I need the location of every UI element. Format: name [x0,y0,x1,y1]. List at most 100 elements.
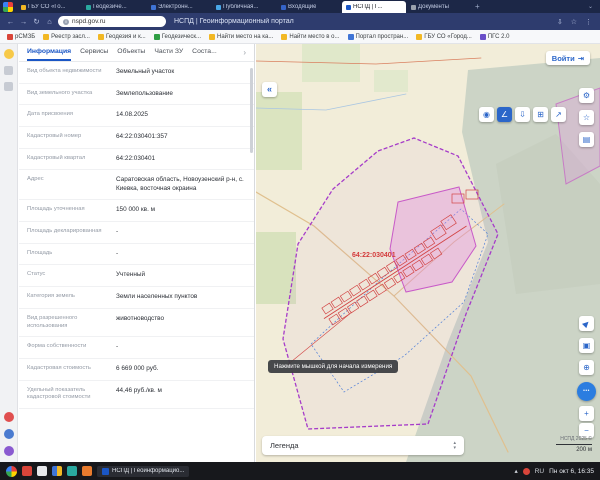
bookmark-pgs[interactable]: ПГС 2.0 [479,33,509,40]
tab-publichnaya[interactable]: Публичная... [212,1,276,13]
language-indicator[interactable]: RU [535,468,544,475]
sidebar-app-icon[interactable] [3,429,14,439]
map-area[interactable]: « Войти ⇥ ◉ ∠ ⇩ ⊞ ↗ ⚙ ☆ ▤ ▶ ▣ ⊕ ••• + − … [256,44,600,462]
tab-sostav[interactable]: Соста... [192,44,217,61]
chat-button[interactable]: ••• [577,382,596,401]
measure-icon: ∠ [500,110,509,119]
field-row: Площадь декларированная - [19,222,254,244]
field-value: - [116,343,119,351]
tray-clock[interactable]: Пн окт 6, 16:35 [549,468,594,475]
taskbar-app-icon[interactable] [37,466,47,476]
field-row: Категория земель Земли населенных пунктов [19,287,254,309]
tray-expand-icon[interactable]: ▴ [514,467,517,475]
tab-favicon [86,4,91,10]
tab-obekty[interactable]: Объекты [117,44,145,61]
map-settings-button[interactable]: ⚙ [579,88,594,103]
map-layers-button[interactable]: ▤ [579,132,594,147]
taskbar-app-icon[interactable] [82,466,92,476]
tool-share-button[interactable]: ↗ [551,107,566,122]
legend-bar[interactable]: Легенда ▴ ▾ [262,436,464,455]
reload-button[interactable]: ↻ [32,17,41,26]
bookmark-icon [43,33,50,40]
login-button[interactable]: Войти ⇥ [545,51,590,65]
tool-download-button[interactable]: ⇩ [515,107,530,122]
tray-record-icon[interactable] [522,467,530,475]
bookmark-star-icon[interactable]: ☆ [569,18,579,26]
plus-icon: + [584,409,589,418]
legend-toggle-icon[interactable]: ▴ ▾ [453,441,456,450]
field-label: Адрес [27,176,44,183]
browser-menu-icon[interactable] [3,1,13,12]
sidebar-app-icon[interactable] [3,446,14,456]
tool-point-button[interactable]: ◉ [479,107,494,122]
bookmark-geodeziya[interactable]: Геодезия и к... [97,33,146,40]
zoom-in-button[interactable]: + [579,406,594,421]
site-info-icon: i [63,18,69,25]
collapse-panel-button[interactable]: « [262,82,277,97]
back-button[interactable]: ← [6,17,15,26]
browser-more-icon[interactable]: ⋮ [583,18,594,26]
field-value: Учтенный [116,271,146,279]
tab-vhodyashchie[interactable]: Входящие [277,1,341,13]
bookmark-icon [479,33,486,40]
panel-tab-bar: Информация Сервисы Объекты Части ЗУ Сост… [19,44,254,62]
bookmark-portal[interactable]: Портал простран... [347,33,408,40]
gear-icon: ⚙ [582,91,591,100]
field-label: Площадь декларированная [27,228,102,235]
tab-dokumenty[interactable]: Документы [407,1,471,13]
field-value: Саратовская область, Новоузенский р-н, с… [116,176,244,192]
panel-tabs-more-icon[interactable]: › [243,44,246,61]
tab-chasti-zu[interactable]: Части ЗУ [154,44,183,61]
map-favorites-button[interactable]: ☆ [579,110,594,125]
taskbar-app-icon[interactable] [67,466,77,476]
taskbar-app-icon[interactable] [22,466,32,476]
bookmark-icon [347,33,354,40]
field-label: Площадь уточненная [27,206,85,213]
bookmark-label: Найти место на ка... [217,33,274,40]
bookmark-label: ГБУ СО «Город... [424,33,472,40]
tool-print-button[interactable]: ⊞ [533,107,548,122]
start-button[interactable] [6,465,17,477]
bookmark-rsmzb[interactable]: рСМЗБ [7,33,36,40]
tab-label: Публичная... [223,4,259,10]
tab-favicon [411,4,416,10]
field-row: Кадастровый номер 64:22:030401:357 [19,127,254,149]
tab-electron[interactable]: Электронн... [147,1,211,13]
tab-label: Электронн... [158,4,193,10]
address-input[interactable]: i nspd.gov.ru [58,16,166,27]
home-button[interactable]: ⌂ [45,17,54,26]
tab-servisy[interactable]: Сервисы [80,44,108,61]
bookmark-icon [97,33,104,40]
taskbar-task-nspd[interactable]: НСПД | Геоинформацио... [97,465,190,477]
bookmark-geodezichesk[interactable]: Геодезическ... [153,33,201,40]
assistant-icon[interactable] [3,49,14,59]
forward-button[interactable]: → [19,17,28,26]
taskbar: НСПД | Геоинформацио... ▴ RU Пн окт 6, 1… [0,462,600,480]
panel-scrollbar[interactable] [250,68,253,153]
bookmark-nayti-mesto-1[interactable]: Найти место на ка... [209,33,274,40]
field-value: - [116,249,119,257]
tool-measure-button[interactable]: ∠ [497,107,512,122]
tab-gbu-so[interactable]: ГБУ СО «Го... [17,1,81,13]
new-tab-button[interactable]: + [472,1,483,13]
tab-overflow-icon[interactable]: ⌄ [584,1,597,13]
sidebar-app-icon[interactable] [4,66,13,75]
map-globe-button[interactable]: ⊕ [579,360,594,375]
downloads-icon[interactable]: ⇩ [555,18,565,26]
bookmark-label: рСМЗБ [15,33,36,40]
tab-nspd-active[interactable]: НСПД | Г... [342,1,406,13]
field-value: - [116,228,119,236]
field-label: Кадастровый номер [27,132,82,139]
bookmark-gbu-so[interactable]: ГБУ СО «Город... [416,33,472,40]
tab-informatsiya[interactable]: Информация [27,44,72,61]
taskbar-app-icon[interactable] [52,466,62,476]
download-icon: ⇩ [519,110,526,119]
map-locate-button[interactable]: ▶ [579,316,594,331]
bookmark-nayti-mesto-2[interactable]: Найти место в о... [281,33,340,40]
map-frame-button[interactable]: ▣ [579,338,594,353]
bookmark-icon [209,33,215,40]
sidebar-app-icon[interactable] [4,82,13,91]
bookmark-reestr[interactable]: Реестр засл... [43,33,90,40]
sidebar-app-icon[interactable] [3,412,14,422]
tab-geodezich[interactable]: Геодезиче... [82,1,146,13]
